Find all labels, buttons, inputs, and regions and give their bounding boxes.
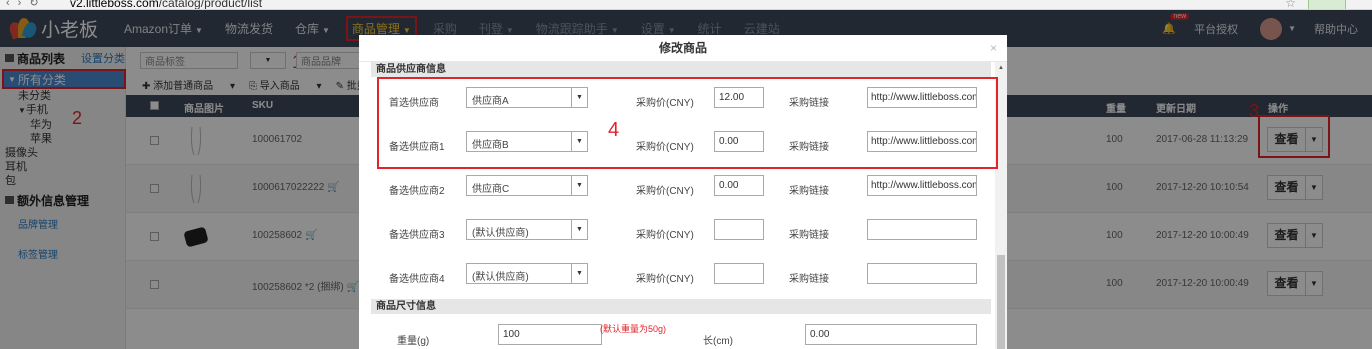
weight-hint: (默认重量为50g): [600, 324, 667, 334]
purchase-link-input[interactable]: [867, 263, 977, 284]
supplier-label: 备选供应商2: [389, 186, 445, 197]
supplier-row: 备选供应商2 供应商C ▼ 采购价(CNY) 0.00 采购链接 http://www.li…: [371, 165, 991, 209]
price-input[interactable]: 0.00: [714, 175, 764, 196]
price-label: 采购价(CNY): [636, 230, 694, 241]
length-input[interactable]: 0.00: [805, 324, 977, 345]
link-label: 采购链接: [789, 274, 829, 285]
supplier-select[interactable]: 供应商C ▼: [466, 175, 588, 196]
extension-icon[interactable]: [1308, 0, 1346, 9]
edit-product-modal: 修改商品 × 商品供应商信息 首选供应商 供应商A ▼ 采购价(CNY) 12.00 采购…: [359, 35, 1007, 349]
supplier-row: 备选供应商3 (默认供应商) ▼ 采购价(CNY) 采购链接: [371, 209, 991, 253]
weight-label: 重量(g): [397, 336, 430, 347]
scroll-up-icon[interactable]: ▲: [998, 65, 1004, 71]
weight-row: 重量(g) 100 (默认重量为50g) 长(cm) 0.00: [371, 316, 991, 349]
price-label: 采购价(CNY): [636, 274, 694, 285]
purchase-link-input[interactable]: [867, 219, 977, 240]
bookmark-star-icon[interactable]: ☆: [1285, 0, 1296, 9]
chevron-down-icon: ▼: [571, 220, 587, 239]
modal-title: 修改商品 ×: [359, 35, 1007, 62]
annotation-4: 4: [608, 119, 620, 141]
chevron-down-icon: ▼: [571, 176, 587, 195]
price-input[interactable]: [714, 263, 764, 284]
chevron-down-icon: ▼: [571, 264, 587, 283]
purchase-link-input[interactable]: http://www.littleboss.com: [867, 175, 977, 196]
supplier-label: 备选供应商4: [389, 274, 445, 285]
size-section-header: 商品尺寸信息: [371, 299, 991, 314]
supplier-section-header: 商品供应商信息: [371, 62, 991, 77]
highlight-box-suppliers: [377, 77, 998, 169]
supplier-select[interactable]: (默认供应商) ▼: [466, 263, 588, 284]
supplier-select[interactable]: (默认供应商) ▼: [466, 219, 588, 240]
supplier-label: 备选供应商3: [389, 230, 445, 241]
price-label: 采购价(CNY): [636, 186, 694, 197]
link-label: 采购链接: [789, 186, 829, 197]
browser-bar: ‹›↻ v2.littleboss.com/catalog/product/li…: [0, 0, 1372, 10]
supplier-row: 备选供应商4 (默认供应商) ▼ 采购价(CNY) 采购链接: [371, 253, 991, 297]
weight-input[interactable]: 100: [498, 324, 602, 345]
close-icon[interactable]: ×: [990, 35, 997, 62]
address-bar[interactable]: v2.littleboss.com/catalog/product/list: [70, 0, 262, 9]
length-label: 长(cm): [703, 336, 733, 347]
browser-nav-icons[interactable]: ‹›↻: [6, 0, 47, 9]
link-label: 采购链接: [789, 230, 829, 241]
price-input[interactable]: [714, 219, 764, 240]
scrollbar-thumb[interactable]: [997, 255, 1005, 349]
